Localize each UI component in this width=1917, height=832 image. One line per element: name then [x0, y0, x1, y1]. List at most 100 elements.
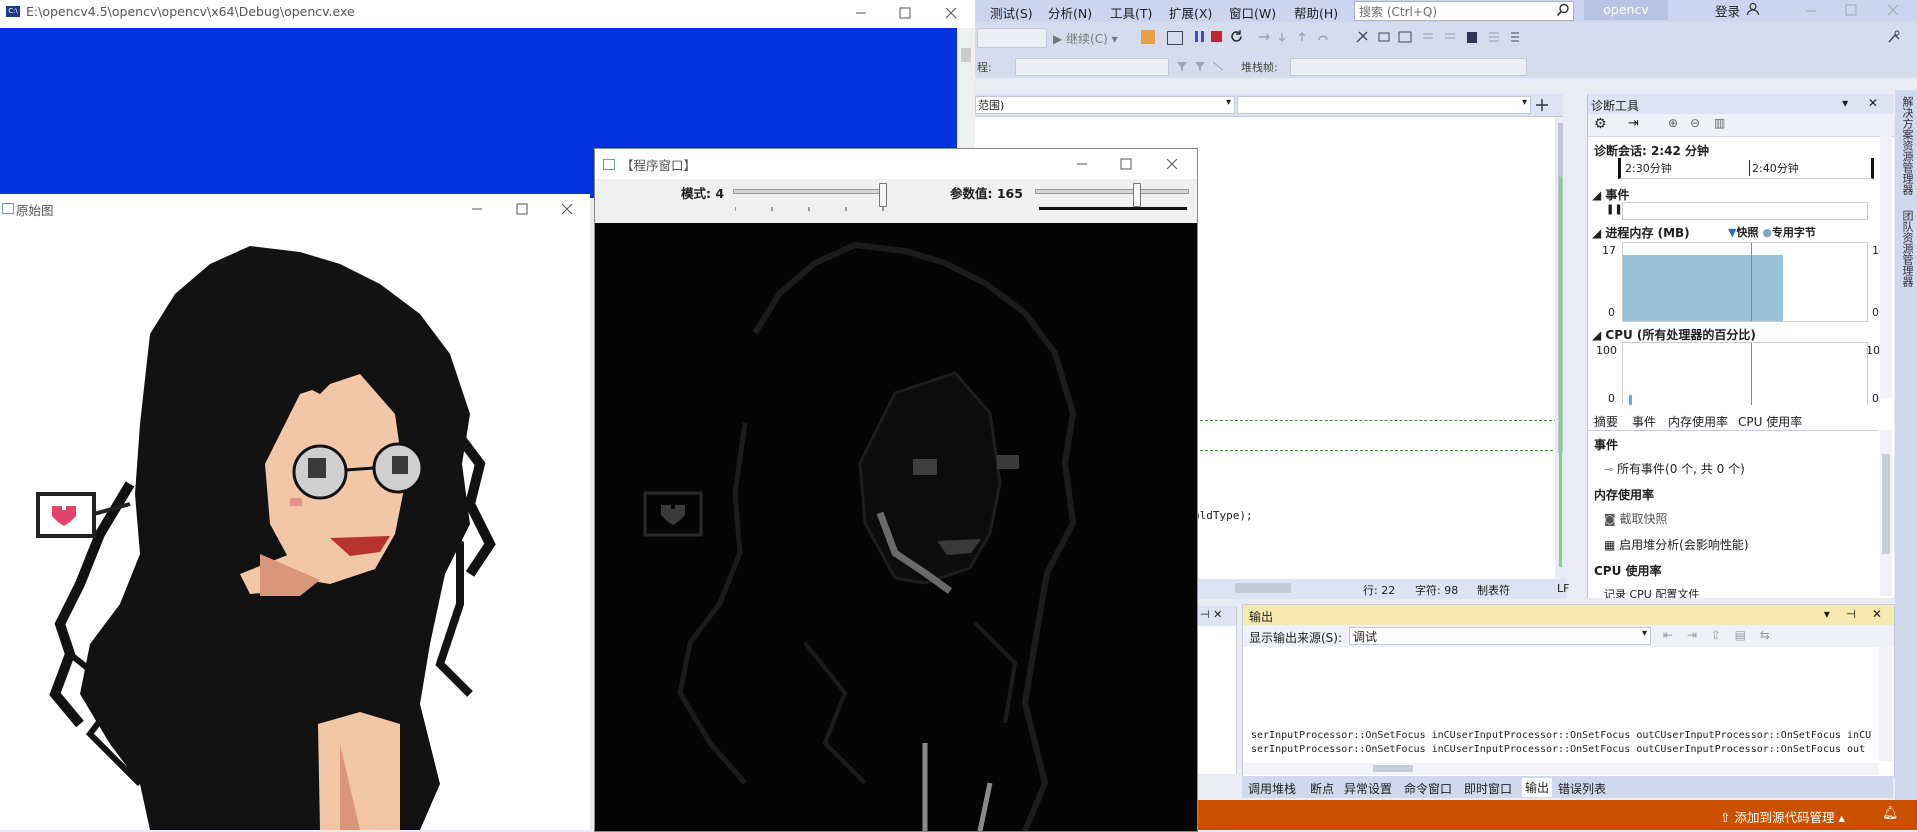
- output-text[interactable]: serInputProcessor::OnSetFocus inCUserInp…: [1251, 729, 1871, 757]
- thread-label: 程:: [977, 61, 992, 74]
- heap-profiling-text: 启用堆分析(会影响性能): [1619, 538, 1749, 552]
- export-icon[interactable]: ⇥: [1628, 116, 1639, 131]
- code-line: oldType);: [1193, 509, 1253, 522]
- editor-scrollbar[interactable]: [1555, 117, 1567, 579]
- restart-icon[interactable]: [1229, 29, 1244, 44]
- split-icon[interactable]: [1535, 98, 1549, 112]
- output-line: serInputProcessor::OnSetFocus inCUserInp…: [1251, 730, 1871, 741]
- program-window-buttons[interactable]: [1075, 157, 1189, 171]
- menu-window[interactable]: 窗口(W): [1229, 3, 1276, 22]
- pixel-art-portrait: [36, 246, 496, 830]
- pause-events-icon[interactable]: ❚❚: [1606, 204, 1623, 215]
- reset-zoom-icon[interactable]: ▥: [1714, 116, 1725, 130]
- mode-slider-label: 模式: 4: [681, 186, 725, 201]
- tab-command-window[interactable]: 命令窗口: [1404, 780, 1452, 797]
- menu-extensions[interactable]: 扩展(X): [1169, 3, 1212, 22]
- step-icons[interactable]: [1257, 31, 1347, 43]
- axis-label: 0: [1608, 306, 1615, 319]
- console-window-buttons[interactable]: [852, 6, 968, 20]
- login-link[interactable]: 登录: [1715, 1, 1740, 20]
- program-window-title: 【程序窗口】: [621, 158, 697, 173]
- tab-exception-settings[interactable]: 异常设置: [1344, 780, 1392, 797]
- axis-label: 100: [1596, 344, 1617, 357]
- source-control-label: 添加到源代码管理: [1734, 810, 1835, 825]
- tab-output[interactable]: 输出: [1522, 778, 1553, 797]
- mode-slider-thumb[interactable]: [879, 183, 887, 207]
- notification-bell-icon[interactable]: 🔔︎: [1882, 806, 1899, 821]
- memory-label: ◢ 进程内存 (MB): [1592, 226, 1690, 240]
- mode-slider-track[interactable]: [733, 189, 887, 194]
- member-dropdown[interactable]: ▾: [1237, 96, 1531, 114]
- output-title: 输出: [1249, 610, 1274, 624]
- diagnostics-scrollbar-upper[interactable]: [1880, 136, 1892, 398]
- tab-memory[interactable]: 内存使用率: [1668, 413, 1728, 430]
- tab-error-list[interactable]: 错误列表: [1558, 780, 1606, 797]
- stackframe-label: 堆栈帧:: [1241, 61, 1278, 74]
- legend-private-bytes: 专用字节: [1771, 226, 1816, 239]
- memory-chart[interactable]: [1622, 242, 1868, 322]
- vs-window-buttons[interactable]: [1800, 3, 1910, 17]
- output-toolbar-icons[interactable]: ⇤ ⇥ ⇧ ▤ ⇆: [1663, 628, 1775, 642]
- all-events-link[interactable]: ⊸ 所有事件(0 个, 共 0 个): [1604, 460, 1745, 477]
- diagnostics-scrollbar-lower[interactable]: [1880, 430, 1892, 596]
- session-duration: 诊断会话: 2:42 分钟: [1594, 144, 1710, 158]
- tab-summary[interactable]: 摘要: [1594, 413, 1618, 430]
- diagnostics-header: 诊断工具 ▾ ✕: [1588, 94, 1894, 114]
- user-icon[interactable]: [1746, 2, 1760, 16]
- pause-icon[interactable]: [1201, 31, 1204, 42]
- zoom-in-icon[interactable]: ⊕: [1668, 116, 1678, 130]
- config-dropdown[interactable]: [977, 28, 1047, 48]
- output-source-dropdown[interactable]: 调试 ▾: [1349, 627, 1651, 645]
- tab-immediate-window[interactable]: 即时窗口: [1464, 780, 1512, 797]
- menu-test[interactable]: 测试(S): [990, 3, 1033, 22]
- stackframe-dropdown[interactable]: [1290, 58, 1527, 76]
- output-vscroll[interactable]: [1879, 647, 1892, 761]
- timeline-tick: 2:30分钟: [1625, 162, 1672, 175]
- filter-icons[interactable]: [1175, 60, 1235, 72]
- side-docked-panel: ⊣ ✕: [1198, 606, 1237, 774]
- param-slider-thumb[interactable]: [1133, 183, 1141, 207]
- process-icon[interactable]: [1141, 30, 1155, 44]
- timeline-ruler[interactable]: 2:30分钟 2:40分钟: [1618, 158, 1874, 179]
- gear-icon[interactable]: ⚙: [1594, 116, 1607, 132]
- cpu-chart[interactable]: [1622, 342, 1868, 405]
- original-window-buttons[interactable]: [470, 202, 582, 216]
- diagnostics-title: 诊断工具: [1591, 99, 1640, 113]
- cpu-record-link[interactable]: 记录 CPU 配置文件: [1604, 586, 1699, 598]
- bottom-tool-tabs: 调用堆栈 断点 异常设置 命令窗口 即时窗口 输出 错误列表: [1242, 776, 1893, 798]
- heap-profiling-link[interactable]: ▦ 启用堆分析(会影响性能): [1604, 536, 1749, 553]
- tab-breakpoints[interactable]: 断点: [1310, 780, 1334, 797]
- team-explorer-tab[interactable]: 团队资源管理器: [1899, 210, 1915, 287]
- debug-misc-icons[interactable]: [1355, 29, 1525, 45]
- window-icon: [2, 203, 14, 214]
- code-comment-line: [1195, 450, 1563, 451]
- zoom-out-icon[interactable]: ⊖: [1690, 116, 1700, 130]
- feedback-icon[interactable]: [1887, 29, 1901, 45]
- mode-slider-ticks: [735, 207, 884, 211]
- vs-search-box[interactable]: 搜索 (Ctrl+Q): [1354, 1, 1574, 21]
- trackbar-area: 模式: 4 参数值: 165: [595, 179, 1197, 219]
- param-slider-track[interactable]: [1035, 189, 1189, 194]
- right-tool-strip: 解决方案资源管理器 团队资源管理器: [1895, 90, 1917, 830]
- menu-tools[interactable]: 工具(T): [1110, 3, 1152, 22]
- timeline-tick: 2:40分钟: [1749, 160, 1799, 176]
- menu-analyze[interactable]: 分析(N): [1048, 3, 1092, 22]
- take-snapshot-link[interactable]: ◙ 截取快照: [1604, 510, 1668, 527]
- solution-explorer-tab[interactable]: 解决方案资源管理器: [1899, 96, 1915, 195]
- thread-dropdown[interactable]: [1015, 58, 1169, 76]
- tab-events[interactable]: 事件: [1632, 413, 1656, 430]
- source-control-button[interactable]: ⇧ 添加到源代码管理 ▴: [1720, 807, 1845, 826]
- snapshot-icon[interactable]: [1167, 31, 1183, 45]
- continue-label: 继续(C): [1066, 32, 1108, 46]
- menu-help[interactable]: 帮助(H): [1294, 3, 1338, 22]
- original-window-titlebar: 原始图: [0, 194, 590, 225]
- code-comment-line: [1195, 420, 1557, 421]
- solution-name: opencv: [1584, 0, 1668, 20]
- continue-button[interactable]: ▶ 继续(C) ▾: [1053, 30, 1118, 47]
- scope-dropdown[interactable]: 范围) ▾: [975, 96, 1235, 114]
- tab-call-stack[interactable]: 调用堆栈: [1248, 780, 1296, 797]
- vs-toolbar-2: 程: 堆栈帧:: [975, 56, 1917, 78]
- tab-cpu[interactable]: CPU 使用率: [1738, 413, 1802, 430]
- stop-icon[interactable]: [1211, 31, 1222, 42]
- output-hscroll[interactable]: [1243, 763, 1879, 775]
